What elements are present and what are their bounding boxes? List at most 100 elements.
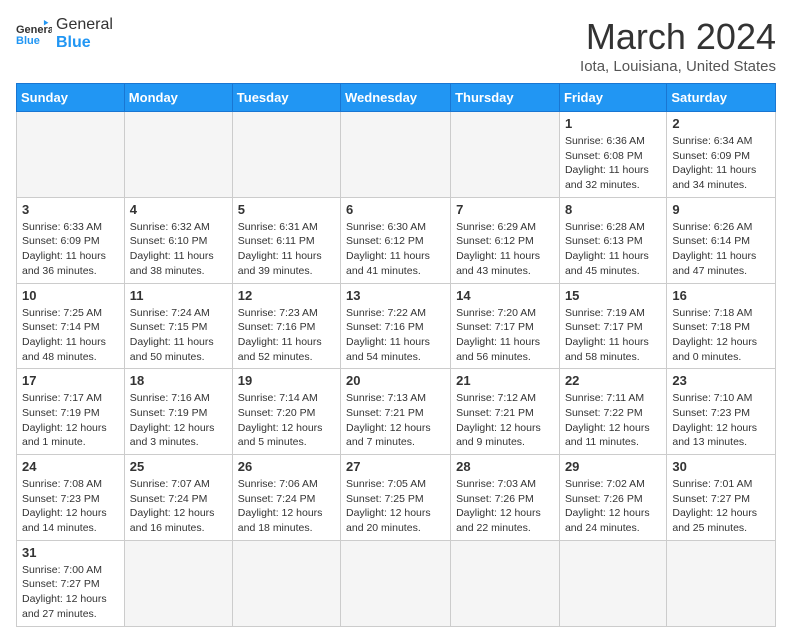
day-info: Sunrise: 7:03 AM Sunset: 7:26 PM Dayligh… bbox=[456, 477, 554, 536]
calendar-week-6: 31Sunrise: 7:00 AM Sunset: 7:27 PM Dayli… bbox=[17, 540, 776, 626]
calendar-cell: 26 Sunrise: 7:06 AM Sunset: 7:24 PM Dayli… bbox=[232, 455, 340, 541]
calendar-cell bbox=[341, 540, 451, 626]
title-section: March 2024 Iota, Louisiana, United State… bbox=[580, 16, 776, 75]
day-number: 4 bbox=[130, 202, 227, 217]
calendar-cell bbox=[124, 112, 232, 198]
calendar-cell: 18 Sunrise: 7:16 AM Sunset: 7:19 PM Dayli… bbox=[124, 369, 232, 455]
day-number: 6 bbox=[346, 202, 445, 217]
day-number: 13 bbox=[346, 288, 445, 303]
calendar-cell: 19Sunrise: 7:14 AM Sunset: 7:20 PM Dayli… bbox=[232, 369, 340, 455]
day-number: 11 bbox=[130, 288, 227, 303]
day-info: Sunrise: 6:31 AM Sunset: 6:11 PM Dayligh… bbox=[238, 220, 335, 279]
day-info: Sunrise: 7:23 AM Sunset: 7:16 PM Dayligh… bbox=[238, 306, 335, 365]
calendar-cell bbox=[559, 540, 666, 626]
calendar-cell: 12 Sunrise: 7:23 AM Sunset: 7:16 PM Dayli… bbox=[232, 283, 340, 369]
logo-blue-text: Blue bbox=[56, 34, 113, 52]
day-info: Sunrise: 6:32 AM Sunset: 6:10 PM Dayligh… bbox=[130, 220, 227, 279]
calendar-table: SundayMondayTuesdayWednesdayThursdayFrid… bbox=[16, 83, 776, 627]
calendar-cell: 16Sunrise: 7:18 AM Sunset: 7:18 PM Dayli… bbox=[667, 283, 776, 369]
day-number: 7 bbox=[456, 202, 554, 217]
calendar-cell: 22 Sunrise: 7:11 AM Sunset: 7:22 PM Dayli… bbox=[559, 369, 666, 455]
day-info: Sunrise: 6:30 AM Sunset: 6:12 PM Dayligh… bbox=[346, 220, 445, 279]
calendar-cell: 5Sunrise: 6:31 AM Sunset: 6:11 PM Daylig… bbox=[232, 197, 340, 283]
day-info: Sunrise: 6:36 AM Sunset: 6:08 PM Dayligh… bbox=[565, 134, 661, 193]
day-number: 12 bbox=[238, 288, 335, 303]
calendar-cell: 23Sunrise: 7:10 AM Sunset: 7:23 PM Dayli… bbox=[667, 369, 776, 455]
day-info: Sunrise: 7:08 AM Sunset: 7:23 PM Dayligh… bbox=[22, 477, 119, 536]
day-number: 25 bbox=[130, 459, 227, 474]
calendar-week-5: 24 Sunrise: 7:08 AM Sunset: 7:23 PM Dayli… bbox=[17, 455, 776, 541]
calendar-cell bbox=[124, 540, 232, 626]
calendar-cell: 8 Sunrise: 6:28 AM Sunset: 6:13 PM Daylig… bbox=[559, 197, 666, 283]
calendar-cell bbox=[667, 540, 776, 626]
day-info: Sunrise: 7:02 AM Sunset: 7:26 PM Dayligh… bbox=[565, 477, 661, 536]
day-info: Sunrise: 7:05 AM Sunset: 7:25 PM Dayligh… bbox=[346, 477, 445, 536]
weekday-header-wednesday: Wednesday bbox=[341, 84, 451, 112]
calendar-week-1: 1Sunrise: 6:36 AM Sunset: 6:08 PM Daylig… bbox=[17, 112, 776, 198]
day-number: 28 bbox=[456, 459, 554, 474]
logo-icon: General Blue bbox=[16, 20, 52, 48]
calendar-cell: 29 Sunrise: 7:02 AM Sunset: 7:26 PM Dayli… bbox=[559, 455, 666, 541]
calendar-week-3: 10Sunrise: 7:25 AM Sunset: 7:14 PM Dayli… bbox=[17, 283, 776, 369]
day-info: Sunrise: 7:06 AM Sunset: 7:24 PM Dayligh… bbox=[238, 477, 335, 536]
calendar-cell: 30Sunrise: 7:01 AM Sunset: 7:27 PM Dayli… bbox=[667, 455, 776, 541]
calendar-cell: 20Sunrise: 7:13 AM Sunset: 7:21 PM Dayli… bbox=[341, 369, 451, 455]
calendar-cell bbox=[451, 540, 560, 626]
calendar-cell: 14Sunrise: 7:20 AM Sunset: 7:17 PM Dayli… bbox=[451, 283, 560, 369]
calendar-cell: 9Sunrise: 6:26 AM Sunset: 6:14 PM Daylig… bbox=[667, 197, 776, 283]
day-number: 2 bbox=[672, 116, 770, 131]
logo: General Blue General Blue bbox=[16, 16, 113, 51]
calendar-cell: 17Sunrise: 7:17 AM Sunset: 7:19 PM Dayli… bbox=[17, 369, 125, 455]
day-number: 15 bbox=[565, 288, 661, 303]
calendar-week-2: 3 Sunrise: 6:33 AM Sunset: 6:09 PM Daylig… bbox=[17, 197, 776, 283]
calendar-cell: 21 Sunrise: 7:12 AM Sunset: 7:21 PM Dayli… bbox=[451, 369, 560, 455]
calendar-cell: 25 Sunrise: 7:07 AM Sunset: 7:24 PM Dayli… bbox=[124, 455, 232, 541]
calendar-cell: 15Sunrise: 7:19 AM Sunset: 7:17 PM Dayli… bbox=[559, 283, 666, 369]
day-info: Sunrise: 7:07 AM Sunset: 7:24 PM Dayligh… bbox=[130, 477, 227, 536]
day-number: 10 bbox=[22, 288, 119, 303]
weekday-header-friday: Friday bbox=[559, 84, 666, 112]
calendar-cell bbox=[232, 540, 340, 626]
calendar-cell: 31Sunrise: 7:00 AM Sunset: 7:27 PM Dayli… bbox=[17, 540, 125, 626]
day-info: Sunrise: 6:26 AM Sunset: 6:14 PM Dayligh… bbox=[672, 220, 770, 279]
day-number: 31 bbox=[22, 545, 119, 560]
day-info: Sunrise: 6:33 AM Sunset: 6:09 PM Dayligh… bbox=[22, 220, 119, 279]
day-info: Sunrise: 7:20 AM Sunset: 7:17 PM Dayligh… bbox=[456, 306, 554, 365]
day-number: 21 bbox=[456, 373, 554, 388]
day-info: Sunrise: 7:16 AM Sunset: 7:19 PM Dayligh… bbox=[130, 391, 227, 450]
day-number: 16 bbox=[672, 288, 770, 303]
calendar-cell: 13Sunrise: 7:22 AM Sunset: 7:16 PM Dayli… bbox=[341, 283, 451, 369]
logo-general-text: General bbox=[56, 16, 113, 34]
calendar-cell bbox=[451, 112, 560, 198]
day-info: Sunrise: 7:01 AM Sunset: 7:27 PM Dayligh… bbox=[672, 477, 770, 536]
day-number: 8 bbox=[565, 202, 661, 217]
day-number: 22 bbox=[565, 373, 661, 388]
day-info: Sunrise: 6:28 AM Sunset: 6:13 PM Dayligh… bbox=[565, 220, 661, 279]
calendar-cell: 6 Sunrise: 6:30 AM Sunset: 6:12 PM Daylig… bbox=[341, 197, 451, 283]
day-number: 29 bbox=[565, 459, 661, 474]
weekday-header-row: SundayMondayTuesdayWednesdayThursdayFrid… bbox=[17, 84, 776, 112]
calendar-cell: 27 Sunrise: 7:05 AM Sunset: 7:25 PM Dayli… bbox=[341, 455, 451, 541]
weekday-header-sunday: Sunday bbox=[17, 84, 125, 112]
day-info: Sunrise: 6:34 AM Sunset: 6:09 PM Dayligh… bbox=[672, 134, 770, 193]
calendar-cell: 10Sunrise: 7:25 AM Sunset: 7:14 PM Dayli… bbox=[17, 283, 125, 369]
day-number: 27 bbox=[346, 459, 445, 474]
month-title: March 2024 bbox=[580, 16, 776, 58]
calendar-cell bbox=[341, 112, 451, 198]
day-info: Sunrise: 7:12 AM Sunset: 7:21 PM Dayligh… bbox=[456, 391, 554, 450]
day-number: 18 bbox=[130, 373, 227, 388]
day-info: Sunrise: 7:11 AM Sunset: 7:22 PM Dayligh… bbox=[565, 391, 661, 450]
day-number: 3 bbox=[22, 202, 119, 217]
calendar-cell: 4 Sunrise: 6:32 AM Sunset: 6:10 PM Daylig… bbox=[124, 197, 232, 283]
calendar-cell: 3 Sunrise: 6:33 AM Sunset: 6:09 PM Daylig… bbox=[17, 197, 125, 283]
calendar-cell bbox=[17, 112, 125, 198]
weekday-header-thursday: Thursday bbox=[451, 84, 560, 112]
day-number: 26 bbox=[238, 459, 335, 474]
day-number: 17 bbox=[22, 373, 119, 388]
calendar-cell bbox=[232, 112, 340, 198]
calendar-cell: 2 Sunrise: 6:34 AM Sunset: 6:09 PM Daylig… bbox=[667, 112, 776, 198]
weekday-header-monday: Monday bbox=[124, 84, 232, 112]
day-info: Sunrise: 6:29 AM Sunset: 6:12 PM Dayligh… bbox=[456, 220, 554, 279]
weekday-header-saturday: Saturday bbox=[667, 84, 776, 112]
day-number: 24 bbox=[22, 459, 119, 474]
